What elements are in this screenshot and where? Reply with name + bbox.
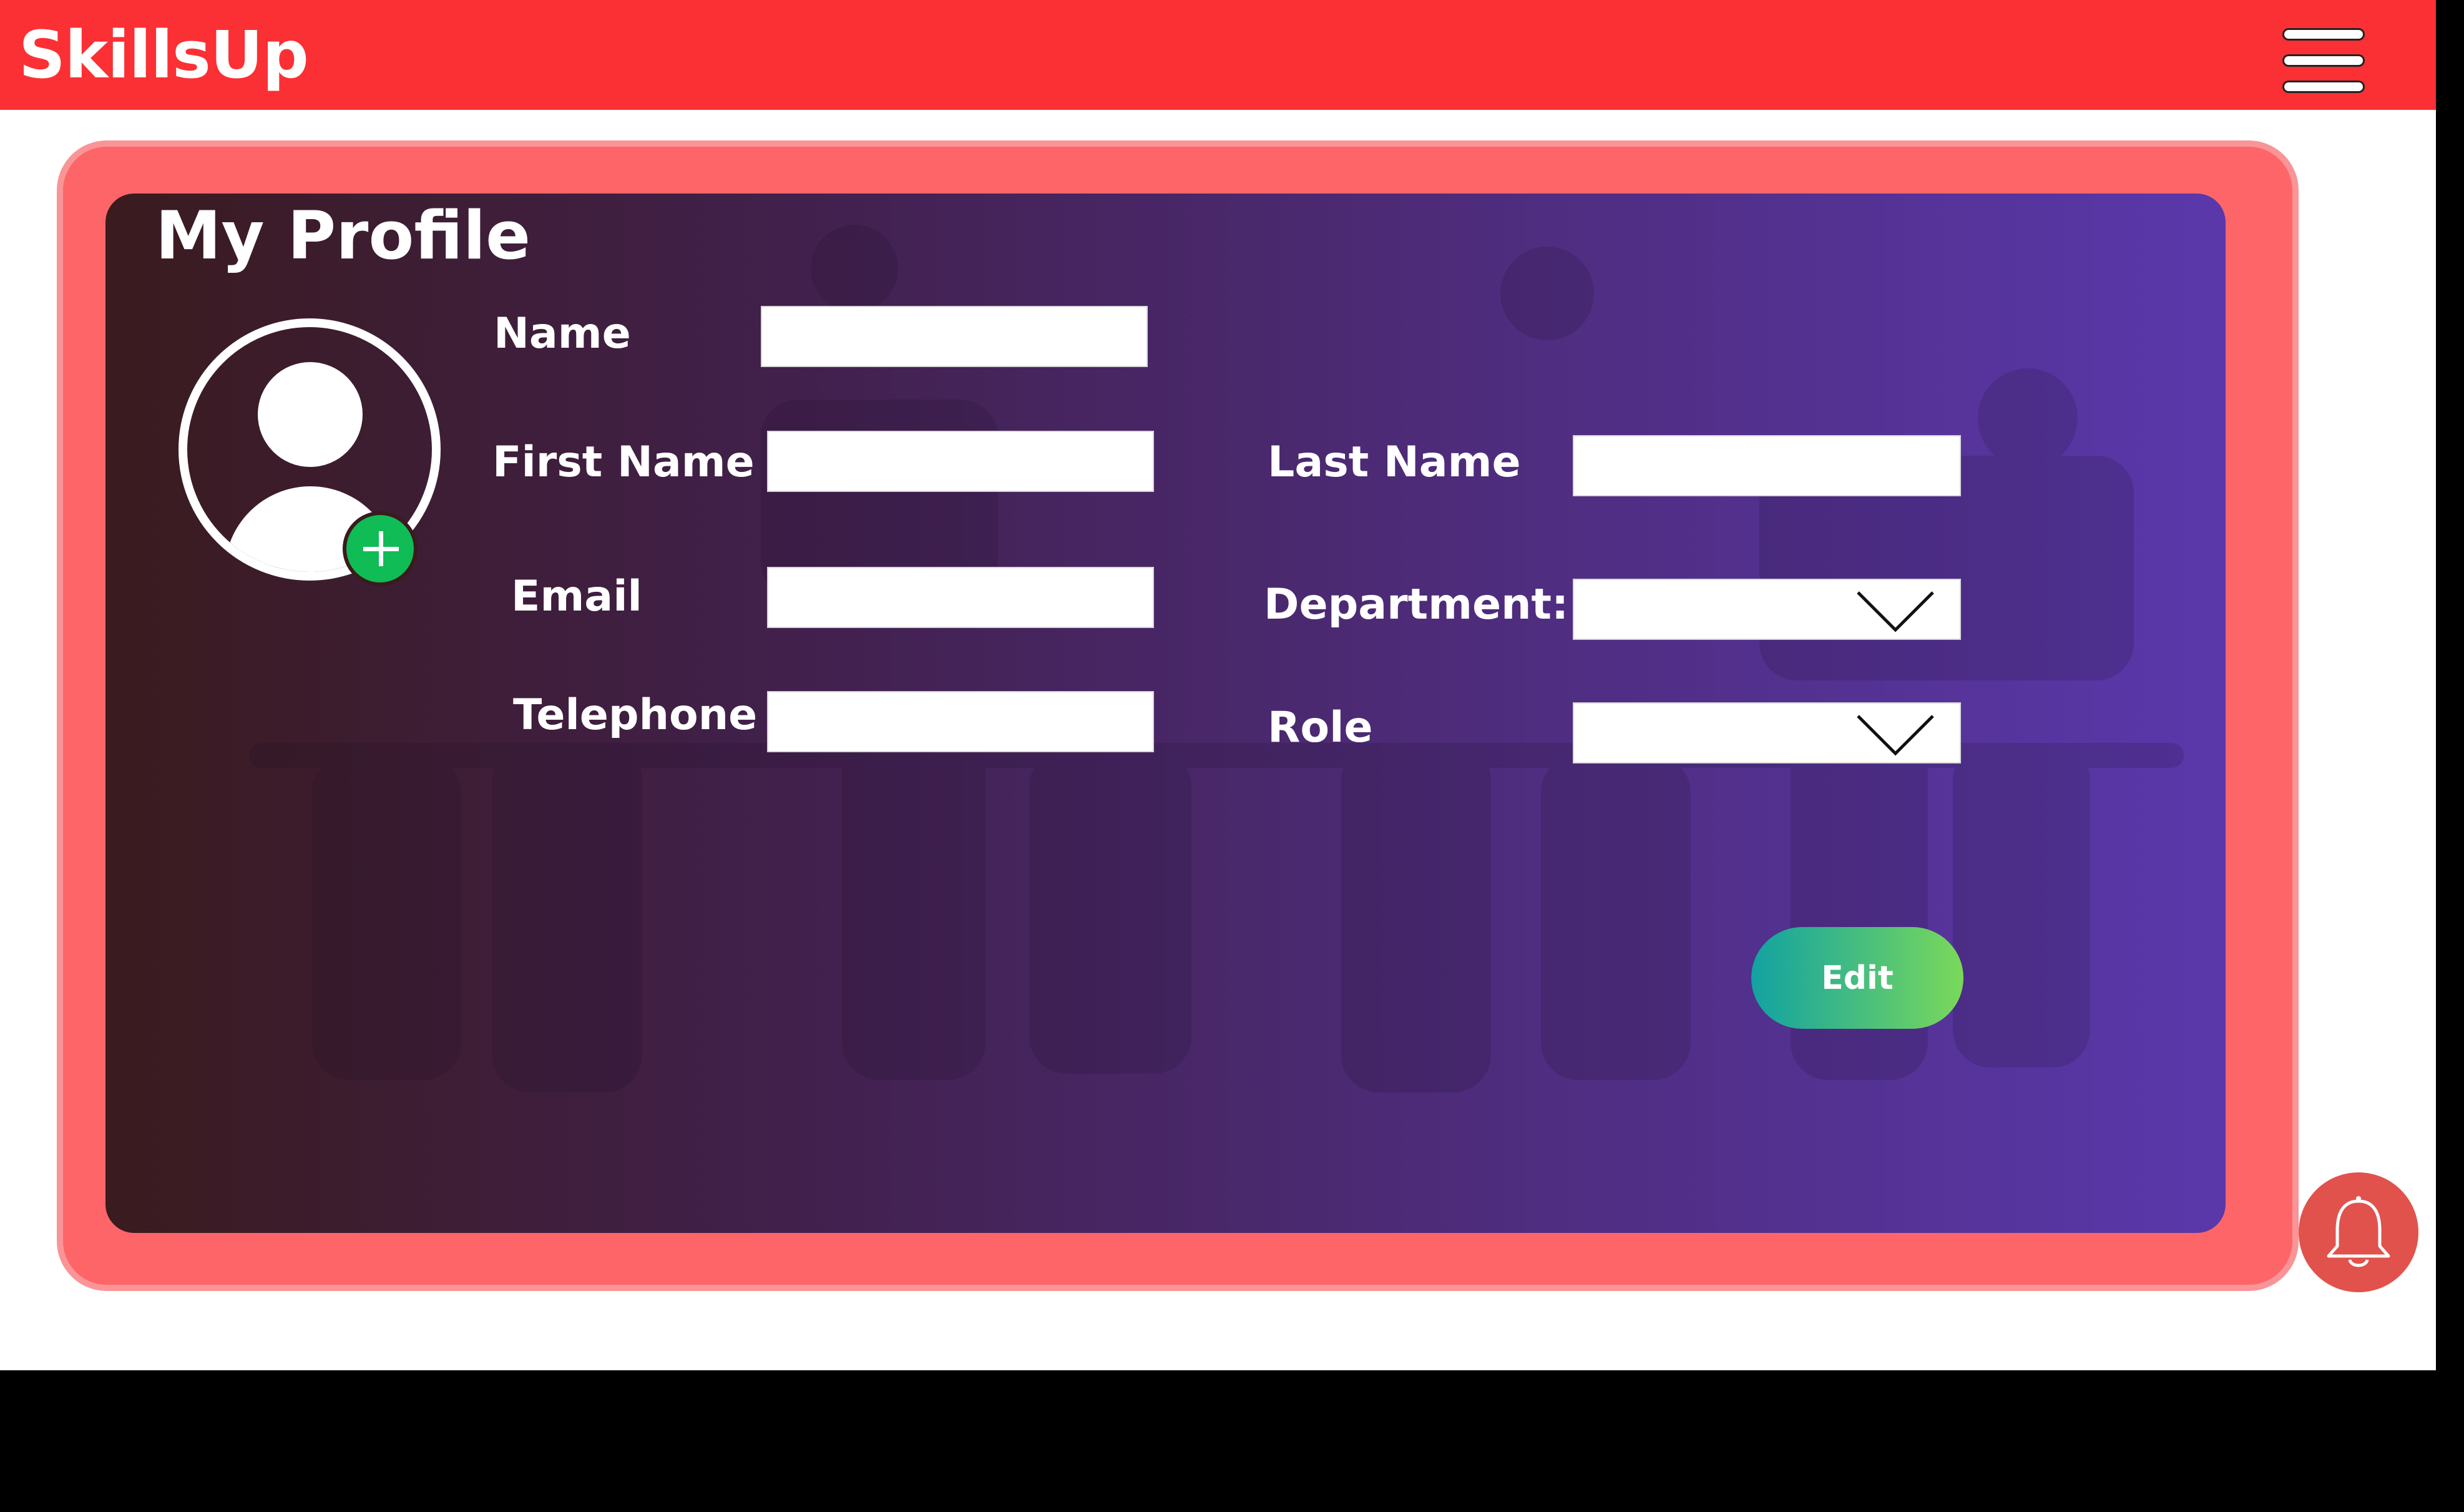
edit-button[interactable]: Edit (1751, 927, 1963, 1029)
page-title: My Profile (155, 197, 531, 274)
department-select[interactable] (1573, 579, 1961, 640)
chevron-down-icon (1857, 715, 1934, 756)
chevron-down-icon (1857, 591, 1934, 632)
app-title: SkillsUp (19, 17, 309, 93)
plus-icon (363, 547, 399, 551)
department-label: Department: (1264, 580, 1569, 629)
menu-line (2284, 30, 2363, 39)
name-label: Name (494, 309, 631, 358)
first-name-input[interactable] (767, 431, 1154, 492)
avatar-head (258, 362, 363, 467)
name-input[interactable] (761, 306, 1148, 367)
top-navigation-bar: SkillsUp (0, 0, 2436, 110)
profile-card: My Profile Name First Name Last Name Ema… (105, 194, 2226, 1233)
role-label: Role (1268, 703, 1373, 752)
email-label: Email (511, 572, 642, 621)
telephone-label: Telephone (513, 690, 758, 740)
email-input[interactable] (767, 567, 1154, 628)
telephone-input[interactable] (767, 691, 1154, 752)
menu-line (2284, 56, 2363, 65)
hamburger-menu-icon[interactable] (2284, 30, 2369, 96)
add-photo-button[interactable] (343, 511, 418, 586)
last-name-input[interactable] (1573, 435, 1961, 496)
menu-line (2284, 82, 2363, 91)
notifications-button[interactable] (2299, 1172, 2418, 1292)
app-screen: SkillsUp My Profile Name First Name Last… (0, 0, 2436, 1370)
last-name-label: Last Name (1268, 438, 1521, 487)
first-name-label: First Name (492, 438, 755, 487)
bell-icon (2327, 1196, 2390, 1267)
role-select[interactable] (1573, 702, 1961, 763)
